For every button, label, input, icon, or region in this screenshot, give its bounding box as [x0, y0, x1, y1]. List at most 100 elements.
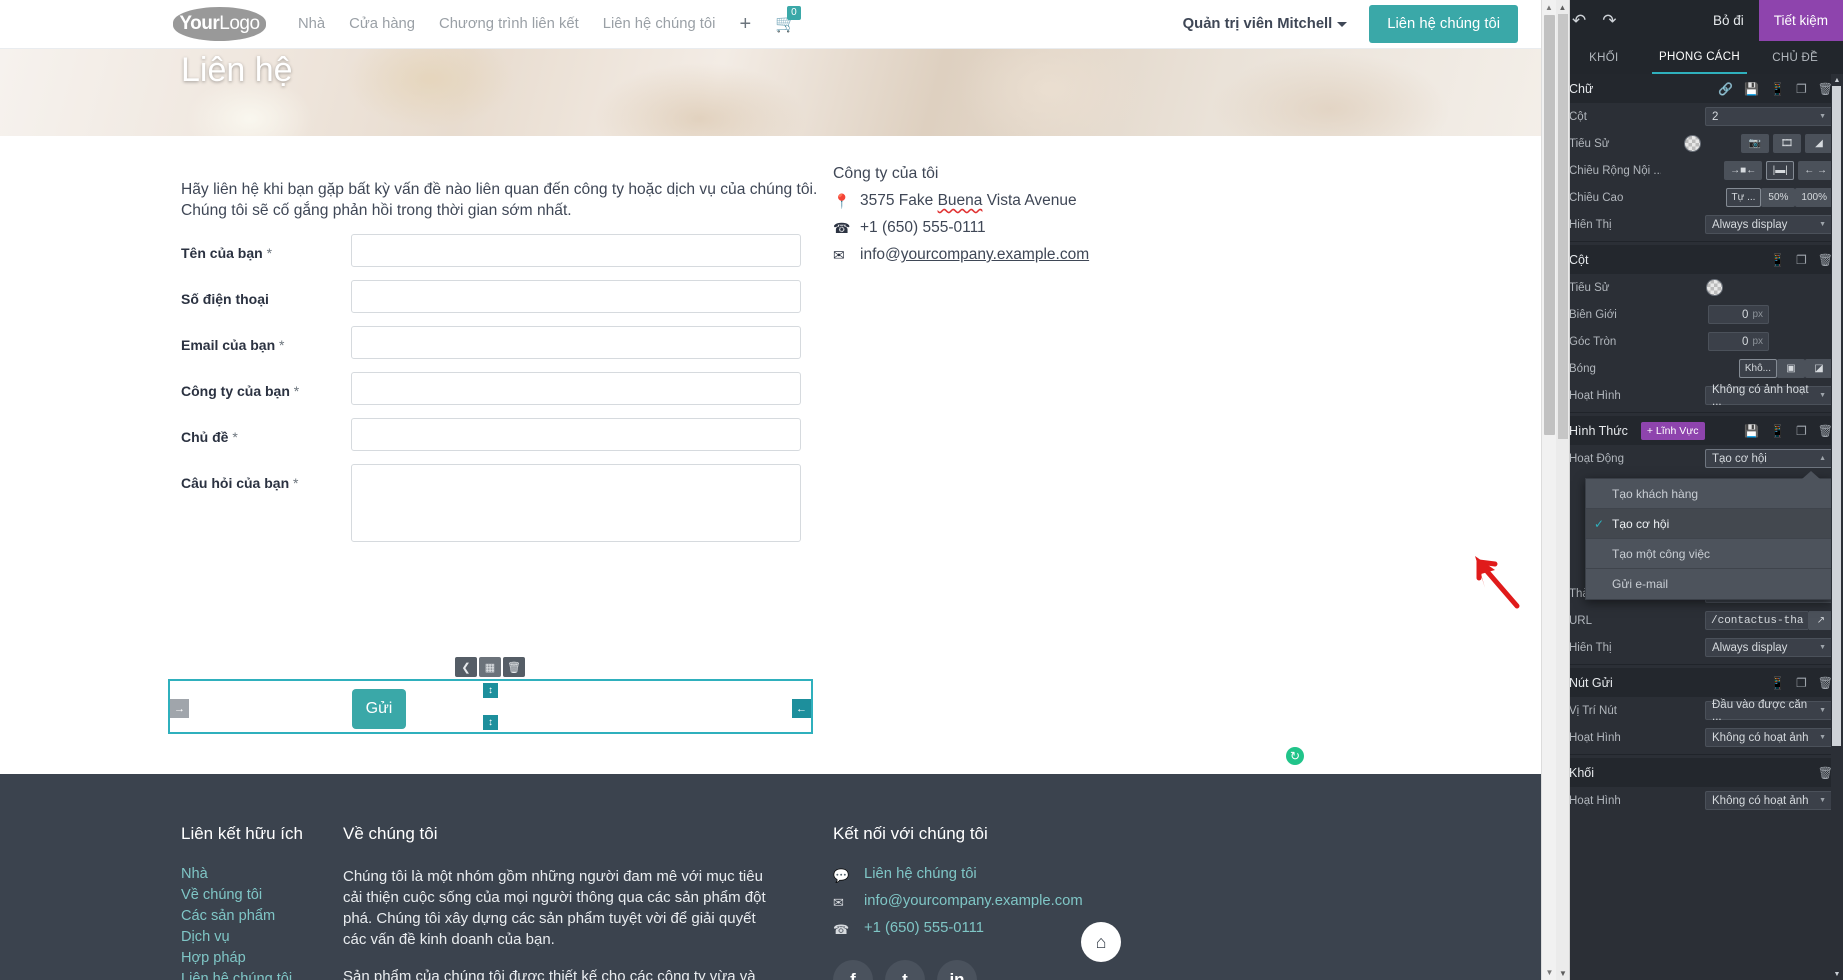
site-logo[interactable]: Your Logo: [173, 7, 266, 41]
gradient-icon[interactable]: ◢: [1805, 134, 1833, 153]
shadow-outset-icon[interactable]: ▣: [1777, 359, 1805, 378]
color-swatch-background[interactable]: [1684, 135, 1701, 152]
home-icon[interactable]: ⌂: [1081, 922, 1121, 962]
cart-icon[interactable]: 🛒 0: [775, 6, 801, 34]
shadow-none-button[interactable]: Khô...: [1738, 359, 1777, 378]
footer-email-link[interactable]: info@yourcompany.example.com: [864, 893, 1083, 909]
input-company[interactable]: [351, 372, 801, 405]
color-swatch-column-background[interactable]: [1706, 279, 1723, 296]
tab-theme[interactable]: CHỦ ĐỀ: [1747, 41, 1843, 74]
footer-link-about[interactable]: Về chúng tôi: [181, 887, 331, 903]
add-field-button[interactable]: + Lĩnh Vực: [1640, 421, 1705, 440]
nav-link-contact[interactable]: Liên hệ chúng tôi: [591, 16, 728, 32]
duplicate-icon[interactable]: ❐: [1796, 82, 1807, 96]
video-icon[interactable]: 🎞: [1773, 134, 1801, 153]
dropdown-item-create-task[interactable]: Tạo một công việc: [1586, 539, 1831, 569]
footer-link-home[interactable]: Nhà: [181, 866, 331, 882]
select-action[interactable]: Tạo cơ hội ▲: [1705, 449, 1833, 468]
scroll-up-arrow-icon[interactable]: ▲: [1542, 0, 1556, 15]
mobile-icon[interactable]: 📱: [1770, 82, 1785, 96]
resize-handle-left[interactable]: →: [170, 699, 189, 718]
textarea-question[interactable]: [351, 464, 801, 542]
select-button-position[interactable]: Đầu vào được căn ... ▼: [1705, 699, 1833, 723]
facebook-icon[interactable]: f: [833, 960, 873, 980]
dropdown-item-send-email[interactable]: Gửi e-mail: [1586, 569, 1831, 599]
linkedin-icon[interactable]: in: [937, 960, 977, 980]
input-phone[interactable]: [351, 280, 801, 313]
editor-right-scrollbar[interactable]: ▲ ▼: [1831, 74, 1843, 980]
user-menu[interactable]: Quản trị viên Mitchell: [1183, 16, 1348, 32]
width-narrow-icon[interactable]: →■←: [1724, 161, 1763, 180]
scroll-up-arrow-icon[interactable]: ▲: [1556, 0, 1569, 14]
undo-icon[interactable]: ↶: [1572, 11, 1586, 31]
scroll-down-arrow-icon[interactable]: ▼: [1542, 965, 1556, 980]
input-subject[interactable]: [351, 418, 801, 451]
tab-style[interactable]: PHONG CÁCH: [1651, 41, 1748, 74]
editor-left-scrollbar-thumb[interactable]: [1558, 14, 1568, 439]
link-icon[interactable]: 🔗: [1718, 82, 1733, 96]
grid-icon[interactable]: ▦: [479, 657, 501, 677]
duplicate-icon[interactable]: ❐: [1796, 676, 1807, 690]
mobile-icon[interactable]: 📱: [1770, 424, 1785, 438]
website-scrollbar[interactable]: ▲ ▼: [1541, 0, 1556, 980]
footer-link-services[interactable]: Dịch vụ: [181, 929, 331, 945]
save-icon[interactable]: 💾: [1744, 82, 1759, 96]
width-full-icon[interactable]: ← →: [1798, 161, 1833, 180]
input-border[interactable]: 0 px: [1708, 305, 1769, 324]
dropdown-item-create-opportunity[interactable]: ✓ Tạo cơ hội: [1586, 509, 1831, 539]
input-name[interactable]: [351, 234, 801, 267]
nav-link-home[interactable]: Nhà: [286, 16, 337, 32]
editor-right-scrollbar-thumb[interactable]: [1832, 86, 1841, 746]
input-radius[interactable]: 0 px: [1708, 332, 1769, 351]
duplicate-icon[interactable]: ❐: [1796, 424, 1807, 438]
website-scrollbar-thumb[interactable]: [1544, 15, 1555, 435]
nav-link-affiliate[interactable]: Chương trình liên kết: [427, 16, 591, 32]
nav-link-shop[interactable]: Cửa hàng: [337, 16, 427, 32]
footer-phone-link[interactable]: +1 (650) 555-0111: [864, 920, 984, 936]
contact-us-button[interactable]: Liên hệ chúng tôi: [1369, 5, 1518, 43]
mobile-icon[interactable]: 📱: [1770, 676, 1785, 690]
input-url[interactable]: /contactus-tha: [1705, 611, 1809, 630]
select-animation-column[interactable]: Không có ảnh hoạt ... ▼: [1705, 384, 1833, 408]
select-columns[interactable]: 2 ▼: [1705, 107, 1833, 126]
input-email[interactable]: [351, 326, 801, 359]
camera-icon[interactable]: 📷: [1741, 134, 1769, 153]
save-button[interactable]: Tiết kiệm: [1758, 0, 1843, 41]
translate-icon[interactable]: ↻: [1286, 747, 1304, 765]
editor-left-scrollbar[interactable]: ▲ ▼: [1556, 0, 1570, 980]
resize-handle-right[interactable]: ←: [792, 699, 811, 718]
duplicate-icon[interactable]: ❐: [1796, 253, 1807, 267]
select-visibility-text[interactable]: Always display ▼: [1705, 215, 1833, 234]
trash-icon[interactable]: 🗑: [503, 657, 525, 677]
mobile-icon[interactable]: 📱: [1770, 253, 1785, 267]
resize-handle-top[interactable]: ↕: [483, 683, 498, 698]
scroll-up-arrow-icon[interactable]: ▲: [1831, 74, 1843, 86]
shadow-inset-icon[interactable]: ◪: [1805, 359, 1833, 378]
footer-social-links: f t in: [833, 960, 1253, 980]
submit-button[interactable]: Gửi: [352, 689, 406, 729]
chevron-left-icon[interactable]: ❮: [455, 657, 477, 677]
redo-icon[interactable]: ↷: [1602, 11, 1616, 31]
width-medium-icon[interactable]: |▬|: [1766, 161, 1795, 180]
footer-link-contact[interactable]: Liên hệ chúng tôi: [181, 971, 331, 980]
plus-icon[interactable]: +: [727, 13, 763, 36]
discard-button[interactable]: Bỏ đi: [1698, 13, 1759, 28]
footer-link-products[interactable]: Các sản phẩm: [181, 908, 331, 924]
save-icon[interactable]: 💾: [1744, 424, 1759, 438]
height-50-button[interactable]: 50%: [1761, 188, 1796, 207]
open-link-icon[interactable]: ↗: [1809, 611, 1833, 630]
height-100-button[interactable]: 100%: [1795, 188, 1833, 207]
footer-contact-link[interactable]: Liên hệ chúng tôi: [864, 866, 977, 882]
scroll-down-arrow-icon[interactable]: ▼: [1831, 968, 1843, 980]
scroll-down-arrow-icon[interactable]: ▼: [1556, 966, 1570, 980]
height-auto-button[interactable]: Tự ...: [1725, 188, 1762, 207]
select-button-animation[interactable]: Không có hoạt ảnh ▼: [1705, 728, 1833, 747]
twitter-icon[interactable]: t: [885, 960, 925, 980]
email-text[interactable]: info@yourcompany.example.com: [860, 246, 1089, 264]
select-block-animation[interactable]: Không có hoạt ảnh ▼: [1705, 791, 1833, 810]
select-visibility-form[interactable]: Always display ▼: [1705, 638, 1833, 657]
dropdown-item-create-customer[interactable]: Tạo khách hàng: [1586, 479, 1831, 509]
footer-link-legal[interactable]: Hợp pháp: [181, 950, 331, 966]
tab-blocks[interactable]: KHỐI: [1556, 41, 1652, 74]
resize-handle-bottom[interactable]: ↕: [483, 715, 498, 730]
